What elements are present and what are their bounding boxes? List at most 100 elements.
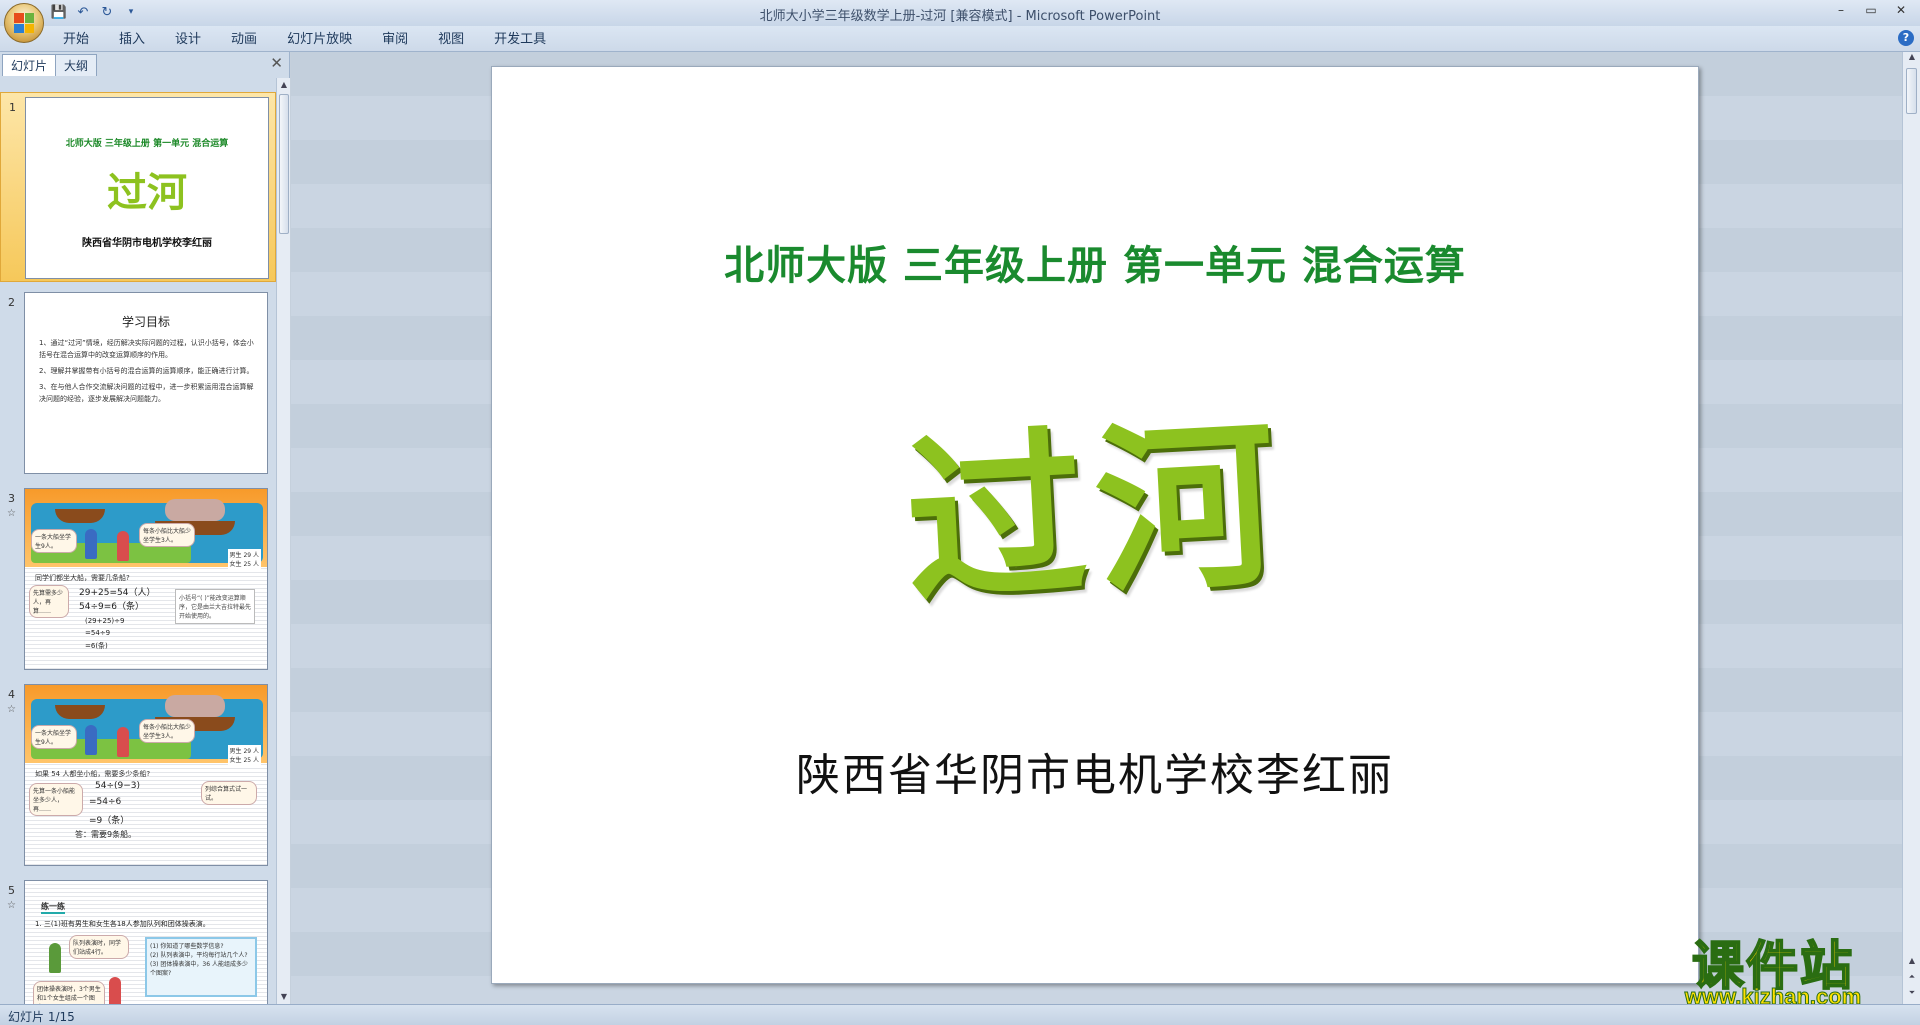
thumb-body: 1、通过“过河”情境，经历解决实际问题的过程，认识小括号，体会小括号在混合运算中… — [39, 337, 257, 409]
calc-line: =6(条) — [85, 642, 108, 650]
stat-boys: 男生 29 人 — [229, 552, 259, 559]
next-slide-icon[interactable]: ⏷ — [1904, 988, 1920, 1002]
question-text: 如果 54 人都坐小船，需要多少条船? — [35, 770, 151, 778]
tab-design[interactable]: 设计 — [160, 30, 216, 50]
speech-bubble: 团体操表演时，3个男生和1个女生组成一个图案。 — [33, 981, 105, 1004]
thumbnail-slide-3[interactable]: 一条大船坐学生9人。 每条小船比大船少坐学生3人。 男生 29 人 女生 25 … — [24, 488, 268, 670]
child-figure — [109, 977, 121, 1004]
note-box: 小括号“( )”能改变运算顺序，它是由兰大吉拉特最先开始使用的。 — [175, 589, 255, 624]
scrollbar-thumb[interactable] — [1906, 68, 1917, 114]
tab-insert[interactable]: 插入 — [104, 30, 160, 50]
thumb-title: 过河 — [107, 170, 187, 216]
close-pane-icon[interactable]: ✕ — [270, 54, 283, 72]
question-text: 同学们都坐大船，需要几条船? — [35, 574, 130, 582]
current-slide[interactable]: 北师大版 三年级上册 第一单元 混合运算 过河 陕西省华阴市电机学校李红丽 — [491, 66, 1699, 984]
close-button[interactable]: ✕ — [1886, 0, 1916, 20]
minimize-button[interactable]: – — [1826, 0, 1856, 20]
slide-title[interactable]: 过河 — [486, 336, 1704, 660]
speech-bubble: 队列表演时，同学们站成4行。 — [69, 935, 129, 959]
tab-slideshow[interactable]: 幻灯片放映 — [272, 30, 367, 50]
thumb-subtitle: 北师大版 三年级上册 第一单元 混合运算 — [65, 139, 229, 149]
thumbnail-number: 1 — [9, 101, 16, 114]
thumb-author: 陕西省华阴市电机学校李红丽 — [82, 238, 212, 249]
slide-author[interactable]: 陕西省华阴市电机学校李红丽 — [492, 739, 1698, 803]
tab-outline[interactable]: 大纲 — [55, 54, 98, 76]
animation-star-icon: ☆ — [7, 704, 16, 715]
speech-bubble: 一条大船坐学生9人。 — [31, 529, 77, 553]
scroll-up-icon[interactable]: ▲ — [277, 78, 291, 92]
hint-bubble: 先算需多少人，再算…… — [29, 585, 69, 618]
thumbnail-slide-4[interactable]: 一条大船坐学生9人。 每条小船比大船少坐学生3人。 男生 29 人 女生 25 … — [24, 684, 268, 866]
thumbnail-row-4[interactable]: 4 ☆ 一条大船坐学生9人。 每条小船比大船少坐学生3人。 男生 29 人 女生… — [0, 680, 276, 870]
calc-line: 54÷(9−3) — [95, 781, 141, 791]
speech-bubble: 一条大船坐学生9人。 — [31, 725, 77, 749]
speech-bubble: 每条小船比大船少坐学生3人。 — [139, 719, 195, 743]
scroll-down-icon[interactable]: ▼ — [277, 990, 291, 1004]
thumbnail-slide-5[interactable]: 练一练 1. 三(1)班有男生和女生各18人参加队列和团体操表演。 队列表演时，… — [24, 880, 268, 1004]
tab-view[interactable]: 视图 — [423, 30, 479, 50]
animation-star-icon: ☆ — [7, 900, 16, 911]
stat-boys: 男生 29 人 — [229, 748, 259, 755]
animation-star-icon: ☆ — [7, 508, 16, 519]
calc-line: =54÷9 — [85, 629, 111, 637]
slide-counter: 幻灯片 1/15 — [8, 1010, 75, 1024]
title-bar: 💾 ↶ ↻ ▾ 北师大小学三年级数学上册-过河 [兼容模式] - Microso… — [0, 0, 1920, 26]
list-item: (2) 队列表演中，平均每行站几个人? — [150, 952, 248, 959]
ribbon-tabs: 开始 插入 设计 动画 幻灯片放映 审阅 视图 开发工具 — [48, 30, 561, 50]
thumbnail-number: 3 — [8, 492, 15, 505]
thumbnail-slide-1[interactable]: 北师大版 三年级上册 第一单元 混合运算 过河 陕西省华阴市电机学校李红丽 — [25, 97, 269, 279]
thumbnail-row-3[interactable]: 3 ☆ 一条大船坐学生9人。 每条小船比大船少坐学生3人。 男生 29 人 女生… — [0, 484, 276, 674]
previous-slide-icon[interactable]: ⏶ — [1904, 972, 1920, 986]
child-figure — [85, 529, 97, 559]
scrollbar-thumb[interactable] — [279, 94, 289, 234]
stat-label: 男生 29 人 女生 25 人 — [227, 745, 261, 765]
thumbnail-row-1[interactable]: 1 北师大版 三年级上册 第一单元 混合运算 过河 陕西省华阴市电机学校李红丽 — [0, 92, 276, 282]
thumbnail-number: 5 — [8, 884, 15, 897]
thumbnail-row-5[interactable]: 5 ☆ 练一练 1. 三(1)班有男生和女生各18人参加队列和团体操表演。 队列… — [0, 876, 276, 1004]
boat-image — [55, 705, 105, 719]
thumb-heading: 练一练 — [41, 901, 65, 914]
tab-home[interactable]: 开始 — [48, 30, 104, 50]
maximize-button[interactable]: ▭ — [1856, 0, 1886, 20]
tab-review[interactable]: 审阅 — [367, 30, 423, 50]
help-icon[interactable]: ? — [1898, 30, 1914, 46]
list-item: 1、通过“过河”情境，经历解决实际问题的过程，认识小括号，体会小括号在混合运算中… — [39, 339, 254, 359]
pane-tabs: 幻灯片 大纲 — [2, 54, 288, 76]
office-button[interactable] — [4, 3, 44, 43]
list-item: (3) 团体操表演中，36 人能组成多少个图案? — [150, 961, 248, 977]
thumbnail-row-2[interactable]: 2 学习目标 1、通过“过河”情境，经历解决实际问题的过程，认识小括号，体会小括… — [0, 288, 276, 478]
tab-developer[interactable]: 开发工具 — [479, 30, 561, 50]
child-figure — [117, 727, 129, 757]
watermark: 课件站 www.kjzhan.com — [1648, 924, 1898, 1010]
scene-illustration: 一条大船坐学生9人。 每条小船比大船少坐学生3人。 男生 29 人 女生 25 … — [25, 685, 267, 765]
slide-subtitle[interactable]: 北师大版 三年级上册 第一单元 混合运算 — [492, 233, 1698, 291]
thumbnail-list: 1 北师大版 三年级上册 第一单元 混合运算 过河 陕西省华阴市电机学校李红丽 … — [0, 78, 276, 1004]
tab-slides[interactable]: 幻灯片 — [2, 54, 57, 76]
status-bar: 幻灯片 1/15 — [0, 1004, 1920, 1025]
child-figure — [49, 943, 61, 973]
office-logo-icon — [14, 13, 34, 33]
answer-line: 答：需要9条船。 — [75, 830, 137, 839]
tab-animations[interactable]: 动画 — [216, 30, 272, 50]
thumb-text: 1. 三(1)班有男生和女生各18人参加队列和团体操表演。 — [35, 920, 210, 928]
editor-scrollbar[interactable]: ▲ ▲ ⏶ ⏷ — [1902, 52, 1920, 1004]
scroll-up-icon[interactable]: ▲ — [1904, 52, 1920, 66]
calc-line: =54÷6 — [89, 797, 122, 807]
calc-line: 54÷9=6（条） — [79, 602, 144, 612]
slide-editor: 北师大版 三年级上册 第一单元 混合运算 过河 陕西省华阴市电机学校李红丽 — [291, 52, 1902, 1004]
scroll-up-icon[interactable]: ▲ — [1904, 956, 1920, 970]
stat-girls: 女生 25 人 — [229, 757, 259, 764]
scene-illustration: 一条大船坐学生9人。 每条小船比大船少坐学生3人。 男生 29 人 女生 25 … — [25, 489, 267, 569]
thumbnail-slide-2[interactable]: 学习目标 1、通过“过河”情境，经历解决实际问题的过程，认识小括号，体会小括号在… — [24, 292, 268, 474]
window-title: 北师大小学三年级数学上册-过河 [兼容模式] - Microsoft Power… — [759, 9, 1161, 24]
calc-line: =9（条） — [89, 816, 130, 826]
thumbnail-number: 2 — [8, 296, 15, 309]
thumbnail-scrollbar[interactable]: ▲ ▼ — [276, 78, 290, 1004]
child-figure — [117, 531, 129, 561]
boat-image — [55, 509, 105, 523]
hint-bubble: 先算一条小船能坐多少人，再…… — [29, 783, 83, 816]
thumbnail-number: 4 — [8, 688, 15, 701]
question-box: (1) 你知道了哪些数学信息? (2) 队列表演中，平均每行站几个人? (3) … — [145, 937, 257, 997]
list-item: 3、在与他人合作交流解决问题的过程中，进一步积累运用混合运算解决问题的经验，逐步… — [39, 383, 254, 403]
speech-bubble: 每条小船比大船少坐学生3人。 — [139, 523, 195, 547]
